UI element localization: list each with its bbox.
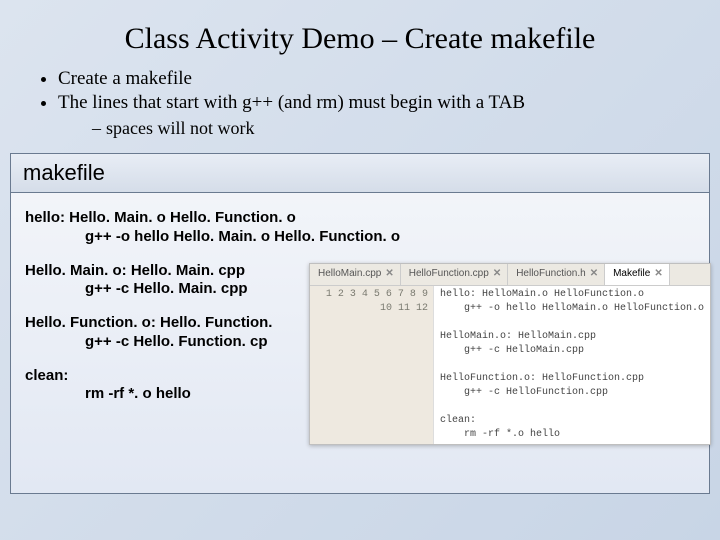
close-icon[interactable]: ✕ [654, 268, 662, 281]
tab-label: HelloFunction.h [516, 268, 585, 281]
bullet-tab-required: The lines that start with g++ (and rm) m… [58, 92, 682, 114]
bullet-create-makefile: Create a makefile [58, 68, 682, 90]
mk-line-1: hello: Hello. Main. o Hello. Function. o [25, 209, 695, 228]
tab-hellofunction-cpp[interactable]: HelloFunction.cpp ✕ [401, 264, 508, 285]
tab-hellomain-cpp[interactable]: HelloMain.cpp ✕ [310, 264, 401, 285]
editor-code: hello: HelloMain.o HelloFunction.o g++ -… [434, 286, 710, 444]
mk-line-2: g++ -o hello Hello. Main. o Hello. Funct… [25, 228, 695, 247]
editor-screenshot: HelloMain.cpp ✕ HelloFunction.cpp ✕ HelloF… [309, 263, 711, 445]
editor-tabs: HelloMain.cpp ✕ HelloFunction.cpp ✕ HelloF… [310, 264, 710, 286]
makefile-panel-body: hello: Hello. Main. o Hello. Function. o… [11, 193, 709, 493]
tab-label: Makefile [613, 268, 650, 281]
subbullet-spaces: –spaces will not work [92, 118, 682, 139]
makefile-panel: makefile hello: Hello. Main. o Hello. Fu… [10, 153, 710, 494]
makefile-panel-header: makefile [11, 154, 709, 193]
close-icon[interactable]: ✕ [590, 268, 598, 281]
close-icon[interactable]: ✕ [385, 268, 393, 281]
tab-makefile[interactable]: Makefile ✕ [605, 264, 670, 285]
bullet-list: Create a makefile The lines that start w… [0, 68, 720, 139]
tab-label: HelloMain.cpp [318, 268, 381, 281]
slide-title: Class Activity Demo – Create makefile [0, 0, 720, 66]
tab-label: HelloFunction.cpp [409, 268, 489, 281]
editor-body: 1 2 3 4 5 6 7 8 9 10 11 12 hello: HelloM… [310, 286, 710, 444]
close-icon[interactable]: ✕ [493, 268, 501, 281]
editor-gutter: 1 2 3 4 5 6 7 8 9 10 11 12 [310, 286, 434, 444]
subbullet-spaces-text: spaces will not work [106, 118, 254, 138]
tab-hellofunction-h[interactable]: HelloFunction.h ✕ [508, 264, 605, 285]
